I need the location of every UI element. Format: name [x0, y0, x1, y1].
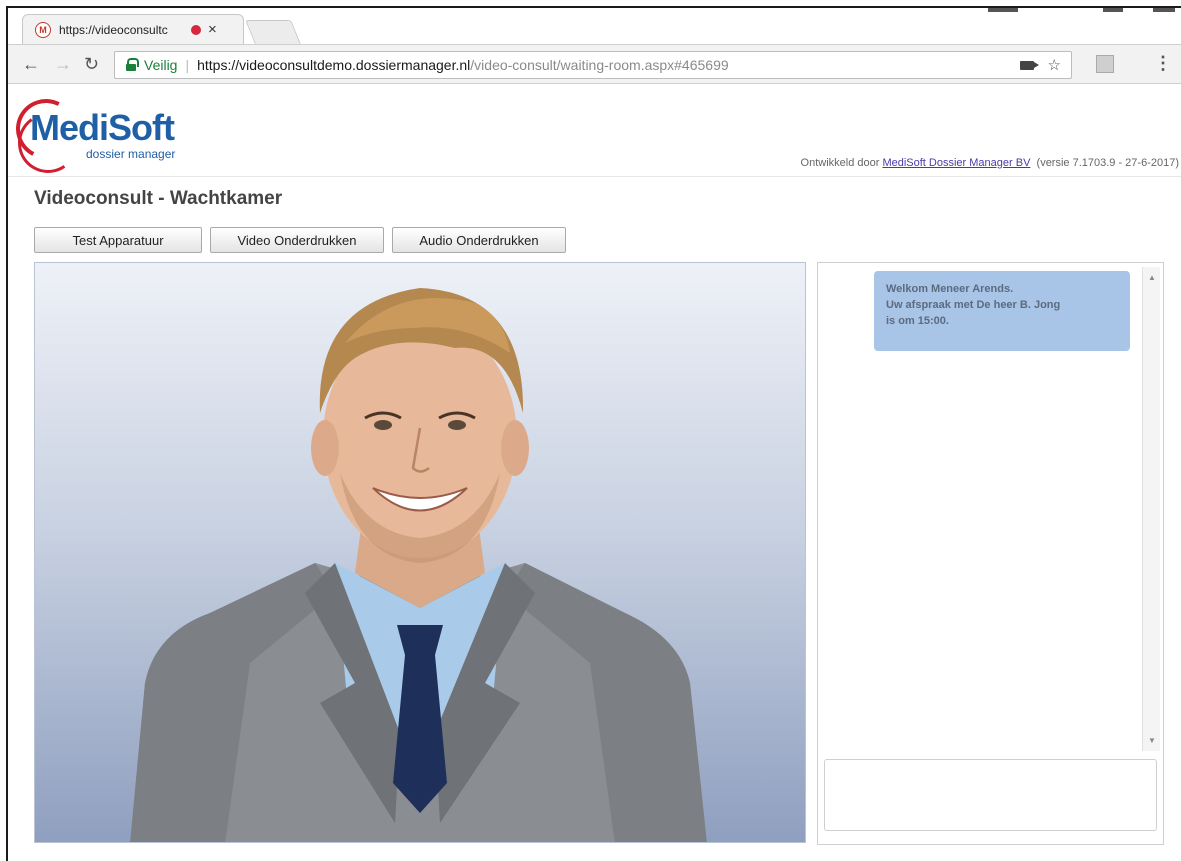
recording-indicator-icon — [191, 24, 201, 35]
url-separator: | — [185, 57, 190, 73]
site-header: MediSoft dossier manager Ontwikkeld door… — [8, 85, 1181, 178]
new-tab-button[interactable] — [245, 20, 301, 44]
browser-window: M https://videoconsultc × ← → ↻ Veilig |… — [6, 6, 1181, 861]
url-path: /video-consult/waiting-room.aspx#465699 — [470, 57, 729, 73]
reload-icon[interactable]: ↻ — [84, 54, 99, 74]
address-bar-actions: ☆ — [1019, 56, 1061, 74]
page-title: Videoconsult - Wachtkamer — [34, 188, 283, 209]
credits: Ontwikkeld door MediSoft Dossier Manager… — [801, 157, 1179, 169]
medisoft-favicon-icon: M — [35, 21, 51, 38]
tab-title: https://videoconsultc — [59, 22, 168, 37]
extension-icon[interactable] — [1096, 55, 1114, 73]
chat-scrollbar[interactable]: ▲ ▼ — [1142, 267, 1160, 751]
chat-message-line: Welkom Meneer Arends. — [886, 283, 1014, 295]
chat-message-line: Uw afspraak met De heer B. Jong — [886, 299, 1061, 311]
address-bar[interactable]: Veilig | https://videoconsultdemo.dossie… — [114, 51, 1072, 79]
bookmark-star-icon[interactable]: ☆ — [1048, 56, 1061, 74]
close-tab-icon[interactable]: × — [208, 22, 217, 37]
action-buttons: Test Apparatuur Video Onderdrukken Audio… — [34, 227, 566, 253]
window-control[interactable] — [1103, 8, 1123, 12]
video-feed — [34, 262, 806, 843]
chat-panel: Welkom Meneer Arends. Uw afspraak met De… — [817, 262, 1164, 845]
mute-video-button[interactable]: Video Onderdrukken — [210, 227, 384, 253]
secure-label: Veilig — [144, 57, 178, 73]
mute-audio-button[interactable]: Audio Onderdrukken — [392, 227, 566, 253]
back-arrow-icon[interactable]: ← — [22, 54, 40, 74]
logo-text: MediSoft — [30, 107, 175, 148]
credits-link[interactable]: MediSoft Dossier Manager BV — [882, 157, 1030, 169]
logo-subtitle: dossier manager — [86, 147, 176, 161]
window-control[interactable] — [1153, 8, 1175, 12]
url-host: https://videoconsultdemo.dossiermanager.… — [197, 57, 471, 73]
camera-icon[interactable] — [1019, 60, 1039, 70]
chat-message: Welkom Meneer Arends. Uw afspraak met De… — [874, 271, 1130, 351]
scroll-down-arrow-icon[interactable]: ▼ — [1148, 736, 1156, 745]
chat-log: Welkom Meneer Arends. Uw afspraak met De… — [822, 267, 1160, 751]
test-equipment-button[interactable]: Test Apparatuur — [34, 227, 202, 253]
chat-message-input[interactable] — [824, 759, 1157, 831]
version-info: (versie 7.1703.9 - 27-6-2017) — [1036, 157, 1179, 169]
browser-toolbar: ← → ↻ Veilig | https://videoconsultdemo.… — [8, 44, 1181, 84]
forward-arrow-icon[interactable]: → — [54, 54, 72, 74]
browser-tab[interactable]: M https://videoconsultc × — [22, 14, 244, 44]
scroll-up-arrow-icon[interactable]: ▲ — [1148, 273, 1156, 282]
credits-prefix: Ontwikkeld door — [800, 157, 883, 169]
participant-video-image — [130, 288, 707, 842]
chat-message-line: is om 15:00. — [886, 315, 949, 327]
medisoft-logo[interactable]: MediSoft dossier manager — [8, 91, 196, 178]
lock-icon — [125, 58, 139, 72]
browser-menu-icon[interactable]: ⋮ — [1154, 53, 1172, 74]
window-control[interactable] — [988, 8, 1018, 12]
tab-strip: M https://videoconsultc × — [8, 8, 1181, 44]
